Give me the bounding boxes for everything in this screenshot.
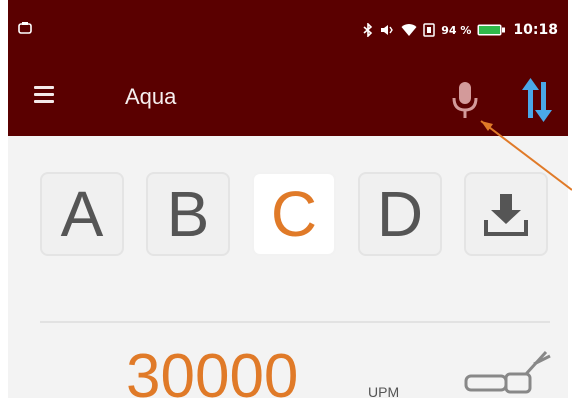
- battery-percent: 94 %: [441, 23, 472, 37]
- wifi-icon: [401, 24, 417, 36]
- menu-button[interactable]: [34, 82, 60, 112]
- program-tab-d[interactable]: D: [358, 172, 442, 256]
- sort-button[interactable]: [520, 76, 554, 124]
- phone-screen: 94 % 10:18 Aqua A B C D 30000 UPM: [8, 0, 568, 398]
- battery-icon: [477, 24, 506, 36]
- notification-icon: [18, 22, 32, 34]
- status-bar: 94 % 10:18: [8, 0, 568, 62]
- app-bar: Aqua: [8, 62, 568, 136]
- handpiece-icon: [464, 350, 551, 394]
- download-button[interactable]: [464, 172, 548, 256]
- status-icons: 94 % 10:18: [363, 22, 558, 38]
- nfc-icon: [423, 23, 435, 37]
- vibrate-icon: [381, 25, 394, 35]
- divider: [40, 321, 550, 323]
- microphone-icon: [452, 82, 478, 118]
- program-tab-c[interactable]: C: [252, 172, 336, 256]
- speed-value: 30000: [126, 342, 299, 398]
- speed-unit: UPM: [368, 384, 400, 398]
- status-time: 10:18: [513, 22, 558, 38]
- program-tab-b[interactable]: B: [146, 172, 230, 256]
- sort-icon: [522, 78, 552, 122]
- program-tab-a[interactable]: A: [40, 172, 124, 256]
- bluetooth-icon: [363, 23, 373, 37]
- main-content: A B C D 30000 UPM: [8, 136, 568, 398]
- app-title: Aqua: [125, 84, 177, 109]
- menu-icon: [34, 86, 60, 103]
- download-icon: [484, 194, 528, 236]
- microphone-button[interactable]: [446, 78, 484, 122]
